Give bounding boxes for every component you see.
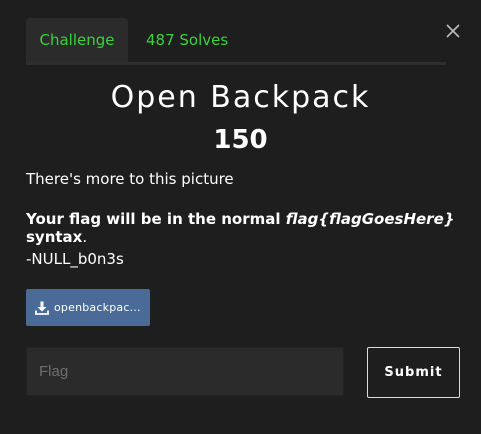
tab-solves[interactable]: 487 Solves bbox=[146, 18, 228, 62]
flag-format: flag{flagGoesHere} bbox=[285, 210, 455, 228]
download-file-button[interactable]: openbackpac... bbox=[26, 289, 150, 326]
submit-button[interactable]: Submit bbox=[367, 347, 460, 398]
challenge-value: 150 bbox=[213, 125, 268, 155]
tab-challenge[interactable]: Challenge bbox=[26, 18, 128, 62]
description-line-2-prefix: Your flag will be in the normal bbox=[26, 210, 286, 228]
file-name: openbackpac... bbox=[54, 301, 141, 314]
description-line-1: There's more to this picture bbox=[26, 170, 234, 188]
description-line-2: Your flag will be in the normal flag{fla… bbox=[26, 210, 481, 246]
description-line-2-suffix: syntax bbox=[26, 228, 83, 246]
description-line-2-period: . bbox=[82, 228, 88, 246]
challenge-title: Open Backpack bbox=[110, 80, 371, 115]
close-icon[interactable] bbox=[444, 22, 462, 40]
download-icon bbox=[35, 301, 49, 315]
tab-bar: Challenge 487 Solves bbox=[26, 18, 446, 65]
description-author: -NULL_b0n3s bbox=[26, 250, 124, 268]
flag-input[interactable] bbox=[26, 347, 344, 396]
challenge-modal: Challenge 487 Solves Open Backpack 150 T… bbox=[0, 0, 481, 434]
